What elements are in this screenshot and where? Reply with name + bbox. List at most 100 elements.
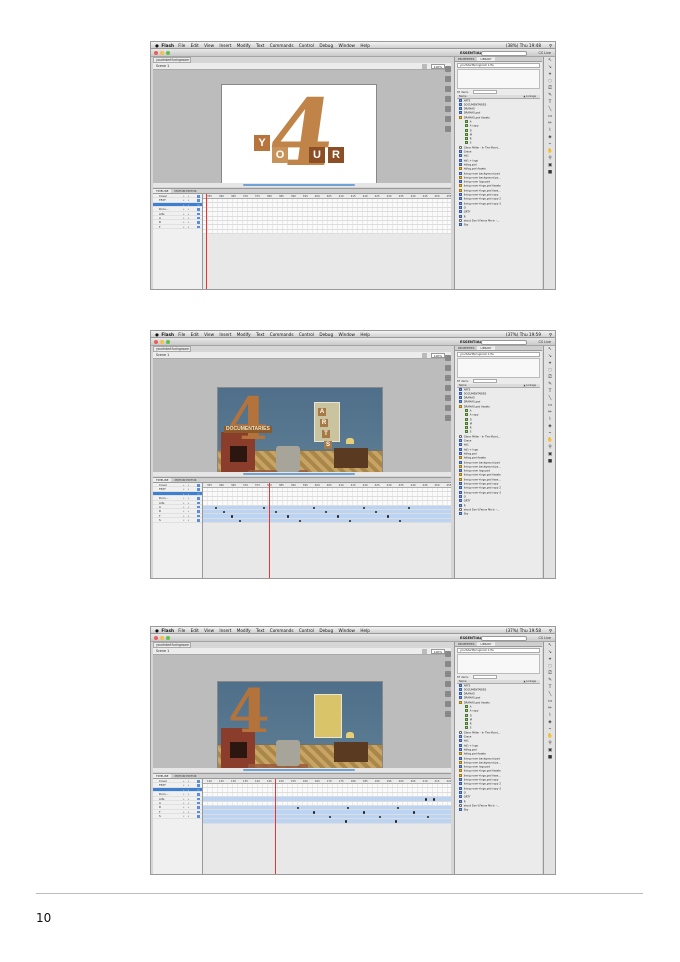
subselection-tool-icon[interactable]: ↘ bbox=[544, 353, 555, 360]
zoom-icon[interactable] bbox=[166, 340, 170, 344]
menu-commands[interactable]: Commands bbox=[270, 332, 294, 337]
menu-insert[interactable]: Insert bbox=[219, 332, 231, 337]
menu-insert[interactable]: Insert bbox=[219, 43, 231, 48]
help-search-input[interactable] bbox=[481, 635, 527, 641]
deco-tool-icon[interactable]: ◈ bbox=[544, 134, 555, 141]
deco-tool-icon[interactable]: ◈ bbox=[544, 719, 555, 726]
transform-icon[interactable] bbox=[445, 691, 451, 697]
tab-library[interactable]: LIBRARY bbox=[477, 57, 495, 61]
tab-properties[interactable]: PROPERTIES bbox=[455, 346, 477, 350]
rectangle-tool-icon[interactable]: ▭ bbox=[544, 402, 555, 409]
menu-modify[interactable]: Modify bbox=[237, 43, 251, 48]
fill-color-icon[interactable]: ■ bbox=[544, 754, 555, 761]
selection-tool-icon[interactable]: ↖ bbox=[544, 346, 555, 353]
3d-rotation-tool-icon[interactable]: ◌ bbox=[544, 663, 555, 670]
menu-debug[interactable]: Debug bbox=[319, 332, 333, 337]
library-search-input[interactable] bbox=[473, 675, 498, 679]
selection-tool-icon[interactable]: ↖ bbox=[544, 642, 555, 649]
stage-scrollbar[interactable] bbox=[153, 183, 451, 187]
library-item[interactable]: Sky bbox=[457, 512, 540, 516]
library-search-input[interactable] bbox=[473, 90, 498, 94]
menu-commands[interactable]: Commands bbox=[270, 628, 294, 633]
close-icon[interactable] bbox=[154, 340, 158, 344]
deco-tool-icon[interactable]: ◈ bbox=[544, 423, 555, 430]
menu-help[interactable]: Help bbox=[360, 332, 370, 337]
spotlight-icon[interactable]: ⚲ bbox=[549, 627, 552, 634]
info-icon[interactable] bbox=[445, 681, 451, 687]
tab-timeline[interactable]: TIMELINE bbox=[153, 189, 172, 193]
hand-tool-icon[interactable]: ✋ bbox=[544, 148, 555, 155]
minimize-icon[interactable] bbox=[160, 636, 164, 640]
scene-label[interactable]: Scene 1 bbox=[156, 353, 169, 358]
pencil-tool-icon[interactable]: ✏ bbox=[544, 120, 555, 127]
minimize-icon[interactable] bbox=[160, 340, 164, 344]
transform-icon[interactable] bbox=[445, 395, 451, 401]
playhead[interactable] bbox=[269, 483, 270, 578]
apple-icon[interactable]: ● bbox=[154, 627, 160, 634]
stroke-color-icon[interactable]: ▣ bbox=[544, 451, 555, 458]
playhead[interactable] bbox=[275, 779, 276, 874]
help-search-input[interactable] bbox=[481, 339, 527, 345]
motion-presets-icon[interactable] bbox=[445, 711, 451, 717]
rectangle-tool-icon[interactable]: ▭ bbox=[544, 698, 555, 705]
menu-view[interactable]: View bbox=[204, 628, 214, 633]
lasso-tool-icon[interactable]: ⎚ bbox=[544, 670, 555, 677]
zoom-icon[interactable] bbox=[166, 51, 170, 55]
align-icon[interactable] bbox=[445, 86, 451, 92]
library-search-input[interactable] bbox=[473, 379, 498, 383]
fill-color-icon[interactable]: ■ bbox=[544, 458, 555, 465]
status-clock[interactable]: (37%) Thu 19:59 bbox=[506, 331, 541, 338]
library-file-select[interactable]: yourhdertfuringroom 1.fla bbox=[457, 63, 540, 68]
stage-scrollbar[interactable] bbox=[153, 472, 451, 476]
fill-color-icon[interactable]: ■ bbox=[544, 169, 555, 176]
subselection-tool-icon[interactable]: ↘ bbox=[544, 64, 555, 71]
hand-tool-icon[interactable]: ✋ bbox=[544, 733, 555, 740]
close-icon[interactable] bbox=[154, 636, 158, 640]
cs-live-button[interactable]: CS Live bbox=[538, 50, 551, 56]
brush-tool-icon[interactable]: ⌇ bbox=[544, 127, 555, 134]
menu-app[interactable]: Flash bbox=[161, 628, 174, 633]
selection-tool-icon[interactable]: ↖ bbox=[544, 57, 555, 64]
3d-rotation-tool-icon[interactable]: ◌ bbox=[544, 367, 555, 374]
scene-label[interactable]: Scene 1 bbox=[156, 649, 169, 654]
tab-timeline[interactable]: TIMELINE bbox=[153, 478, 172, 482]
library-file-select[interactable]: yourhdertfuringroom 1.fla bbox=[457, 352, 540, 357]
menu-file[interactable]: File bbox=[178, 43, 185, 48]
info-icon[interactable] bbox=[445, 96, 451, 102]
menu-debug[interactable]: Debug bbox=[319, 43, 333, 48]
library-item[interactable]: Sky bbox=[457, 223, 540, 227]
spotlight-icon[interactable]: ⚲ bbox=[549, 42, 552, 49]
menu-edit[interactable]: Edit bbox=[191, 332, 199, 337]
cs-live-button[interactable]: CS Live bbox=[538, 339, 551, 345]
brush-tool-icon[interactable]: ⌇ bbox=[544, 416, 555, 423]
color-icon[interactable] bbox=[445, 355, 451, 361]
components-icon[interactable] bbox=[445, 701, 451, 707]
zoom-icon[interactable] bbox=[166, 636, 170, 640]
3d-rotation-tool-icon[interactable]: ◌ bbox=[544, 78, 555, 85]
menu-app[interactable]: Flash bbox=[161, 332, 174, 337]
menu-commands[interactable]: Commands bbox=[270, 43, 294, 48]
lasso-tool-icon[interactable]: ⎚ bbox=[544, 374, 555, 381]
spotlight-icon[interactable]: ⚲ bbox=[549, 331, 552, 338]
line-tool-icon[interactable]: ╲ bbox=[544, 691, 555, 698]
transform-icon[interactable] bbox=[445, 106, 451, 112]
pen-tool-icon[interactable]: ✎ bbox=[544, 92, 555, 99]
pencil-tool-icon[interactable]: ✏ bbox=[544, 409, 555, 416]
subselection-tool-icon[interactable]: ↘ bbox=[544, 649, 555, 656]
apple-icon[interactable]: ● bbox=[154, 331, 160, 338]
align-icon[interactable] bbox=[445, 375, 451, 381]
color-icon[interactable] bbox=[445, 651, 451, 657]
text-tool-icon[interactable]: T bbox=[544, 99, 555, 106]
zoom-tool-icon[interactable]: ⚲ bbox=[544, 444, 555, 451]
tab-library[interactable]: LIBRARY bbox=[477, 346, 495, 350]
lasso-tool-icon[interactable]: ⎚ bbox=[544, 85, 555, 92]
free-transform-tool-icon[interactable]: ⌖ bbox=[544, 71, 555, 78]
stage[interactable]: 4 DOCUMENTARIES A R T S bbox=[217, 387, 383, 472]
close-icon[interactable] bbox=[154, 51, 158, 55]
color-icon[interactable] bbox=[445, 66, 451, 72]
menu-help[interactable]: Help bbox=[360, 628, 370, 633]
align-icon[interactable] bbox=[445, 671, 451, 677]
swatches-icon[interactable] bbox=[445, 661, 451, 667]
menu-insert[interactable]: Insert bbox=[219, 628, 231, 633]
stage[interactable]: 4 bbox=[217, 681, 383, 768]
